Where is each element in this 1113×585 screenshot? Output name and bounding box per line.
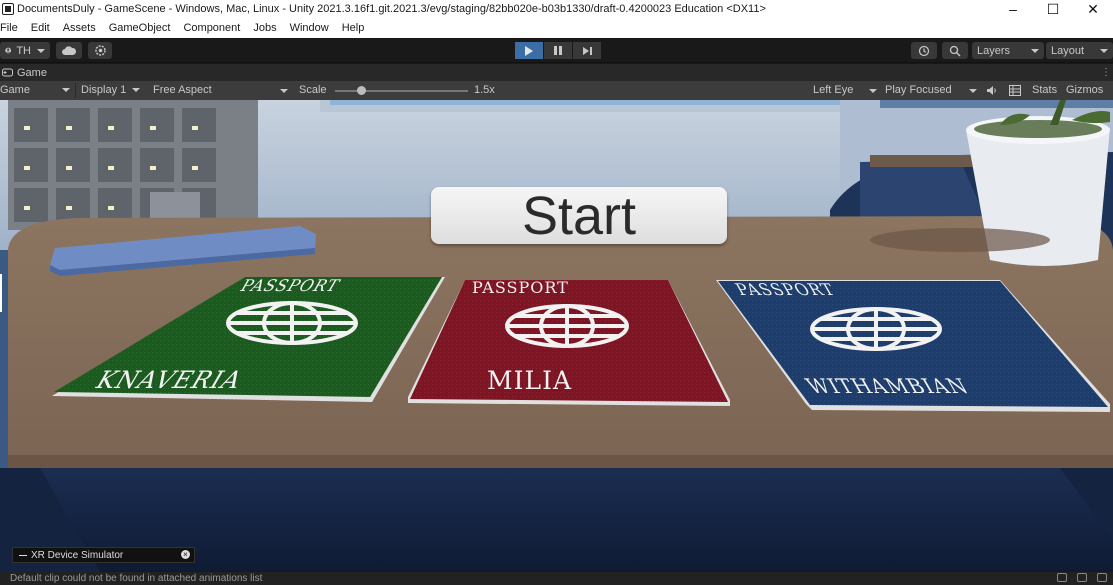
progress-icon[interactable] bbox=[1057, 573, 1067, 582]
passport-header-milia: PASSPORT bbox=[472, 278, 569, 297]
display-dropdown[interactable]: Display 1 bbox=[81, 84, 141, 96]
aspect-dropdown[interactable]: Free Aspect bbox=[153, 84, 288, 96]
xr-device-simulator-panel[interactable]: XR Device Simulator × bbox=[12, 547, 195, 563]
speaker-icon bbox=[987, 86, 996, 95]
play-mode-dropdown[interactable]: Play Focused bbox=[885, 84, 977, 96]
stats-button[interactable]: Stats bbox=[1032, 84, 1057, 96]
status-bar: Default clip could not be found in attac… bbox=[0, 572, 1113, 585]
layers-dropdown[interactable]: Layers bbox=[972, 42, 1044, 59]
passport-header-knaveria: PASSPORT bbox=[236, 276, 345, 295]
game-view-toolbar: Game Display 1 Free Aspect Scale 1.5x Le… bbox=[0, 81, 1113, 100]
status-message[interactable]: Default clip could not be found in attac… bbox=[10, 573, 262, 584]
xr-device-simulator-label: XR Device Simulator bbox=[31, 549, 124, 561]
collab-button[interactable] bbox=[88, 42, 112, 59]
chevron-down-icon bbox=[61, 88, 70, 93]
display-label: Display 1 bbox=[81, 84, 127, 96]
chevron-down-icon bbox=[1100, 48, 1108, 53]
chevron-down-icon bbox=[969, 89, 977, 93]
game-viewport[interactable]: PASSPORT KNAVERIA PASSPORT MILIA PASSPOR… bbox=[0, 100, 1113, 572]
menu-help[interactable]: Help bbox=[342, 22, 365, 34]
maximize-button[interactable]: ☐ bbox=[1033, 0, 1073, 18]
scale-slider-thumb[interactable] bbox=[357, 86, 366, 95]
chevron-down-icon bbox=[1031, 48, 1039, 53]
menu-jobs[interactable]: Jobs bbox=[253, 22, 276, 34]
scale-value: 1.5x bbox=[474, 84, 495, 96]
search-icon bbox=[949, 45, 961, 56]
passport-header-withambian: PASSPORT bbox=[731, 280, 840, 299]
play-icon bbox=[525, 45, 533, 56]
chevron-down-icon bbox=[869, 89, 877, 93]
scale-label: Scale bbox=[299, 84, 327, 96]
grid-icon bbox=[1009, 85, 1021, 96]
pause-icon bbox=[554, 46, 562, 55]
menu-window[interactable]: Window bbox=[290, 22, 329, 34]
history-icon bbox=[918, 45, 930, 56]
account-dropdown[interactable]: TH bbox=[0, 42, 50, 59]
stats-grid-button[interactable] bbox=[1009, 85, 1021, 99]
game-tab-bar: Game ⋮ bbox=[0, 64, 1113, 81]
eye-dropdown[interactable]: Left Eye bbox=[813, 84, 877, 96]
passport-country-knaveria: KNAVERIA bbox=[89, 366, 249, 394]
step-button[interactable] bbox=[573, 42, 601, 59]
playback-controls bbox=[515, 42, 601, 59]
more-options-icon[interactable]: ⋮ bbox=[1101, 67, 1111, 78]
mute-audio-button[interactable] bbox=[986, 85, 998, 99]
cloud-icon bbox=[62, 46, 76, 55]
menu-edit[interactable]: Edit bbox=[31, 22, 50, 34]
title-bar: DocumentsDuly - GameScene - Windows, Mac… bbox=[0, 0, 1113, 18]
game-scene bbox=[0, 100, 1113, 572]
unity-app-icon bbox=[2, 3, 14, 15]
passport-country-milia: MILIA bbox=[487, 366, 573, 395]
scale-slider-track[interactable] bbox=[335, 90, 468, 92]
menu-assets[interactable]: Assets bbox=[63, 22, 96, 34]
view-mode-label: Game bbox=[0, 84, 30, 96]
game-tab-icon bbox=[2, 68, 13, 77]
notifications-icon[interactable] bbox=[1097, 573, 1107, 582]
menu-gameobject[interactable]: GameObject bbox=[109, 22, 171, 34]
search-button[interactable] bbox=[942, 42, 968, 59]
layers-label: Layers bbox=[977, 44, 1011, 57]
account-label: TH bbox=[16, 44, 31, 57]
cloud-button[interactable] bbox=[56, 42, 82, 59]
layout-dropdown[interactable]: Layout bbox=[1046, 42, 1113, 59]
chevron-down-icon bbox=[280, 89, 288, 93]
tab-game-label: Game bbox=[17, 66, 47, 79]
aspect-label: Free Aspect bbox=[153, 84, 212, 96]
gear-icon bbox=[94, 45, 106, 56]
passport-country-withambian: WITHAMBIAN bbox=[801, 374, 974, 398]
step-icon bbox=[582, 46, 592, 55]
minimize-button[interactable]: ‒ bbox=[993, 0, 1033, 18]
layout-label: Layout bbox=[1051, 44, 1085, 57]
window-title: DocumentsDuly - GameScene - Windows, Mac… bbox=[17, 3, 766, 15]
start-button[interactable]: Start bbox=[431, 186, 727, 246]
pause-button[interactable] bbox=[544, 42, 572, 59]
window-controls: ‒ ☐ ✕ bbox=[993, 0, 1113, 18]
play-button[interactable] bbox=[515, 42, 543, 59]
debug-icon[interactable] bbox=[1077, 573, 1087, 582]
menu-bar: File Edit Assets GameObject Component Jo… bbox=[0, 18, 1113, 38]
viewport-edge-marker bbox=[0, 274, 2, 312]
view-mode-dropdown[interactable]: Game bbox=[0, 84, 70, 96]
eye-label: Left Eye bbox=[813, 84, 854, 96]
status-icons bbox=[1057, 573, 1107, 582]
account-icon bbox=[5, 47, 12, 54]
menu-file[interactable]: File bbox=[0, 22, 18, 34]
divider bbox=[75, 83, 76, 98]
chevron-down-icon bbox=[132, 88, 141, 93]
xr-dash-icon bbox=[19, 554, 27, 556]
history-button[interactable] bbox=[911, 42, 937, 59]
close-icon[interactable]: × bbox=[181, 550, 190, 559]
close-button[interactable]: ✕ bbox=[1073, 0, 1113, 18]
menu-component[interactable]: Component bbox=[183, 22, 240, 34]
play-mode-label: Play Focused bbox=[885, 84, 952, 96]
chevron-down-icon bbox=[37, 48, 45, 53]
main-toolbar: TH Layers Layout bbox=[0, 38, 1113, 63]
tab-game[interactable]: Game bbox=[0, 67, 47, 79]
gizmos-button[interactable]: Gizmos bbox=[1066, 84, 1103, 96]
